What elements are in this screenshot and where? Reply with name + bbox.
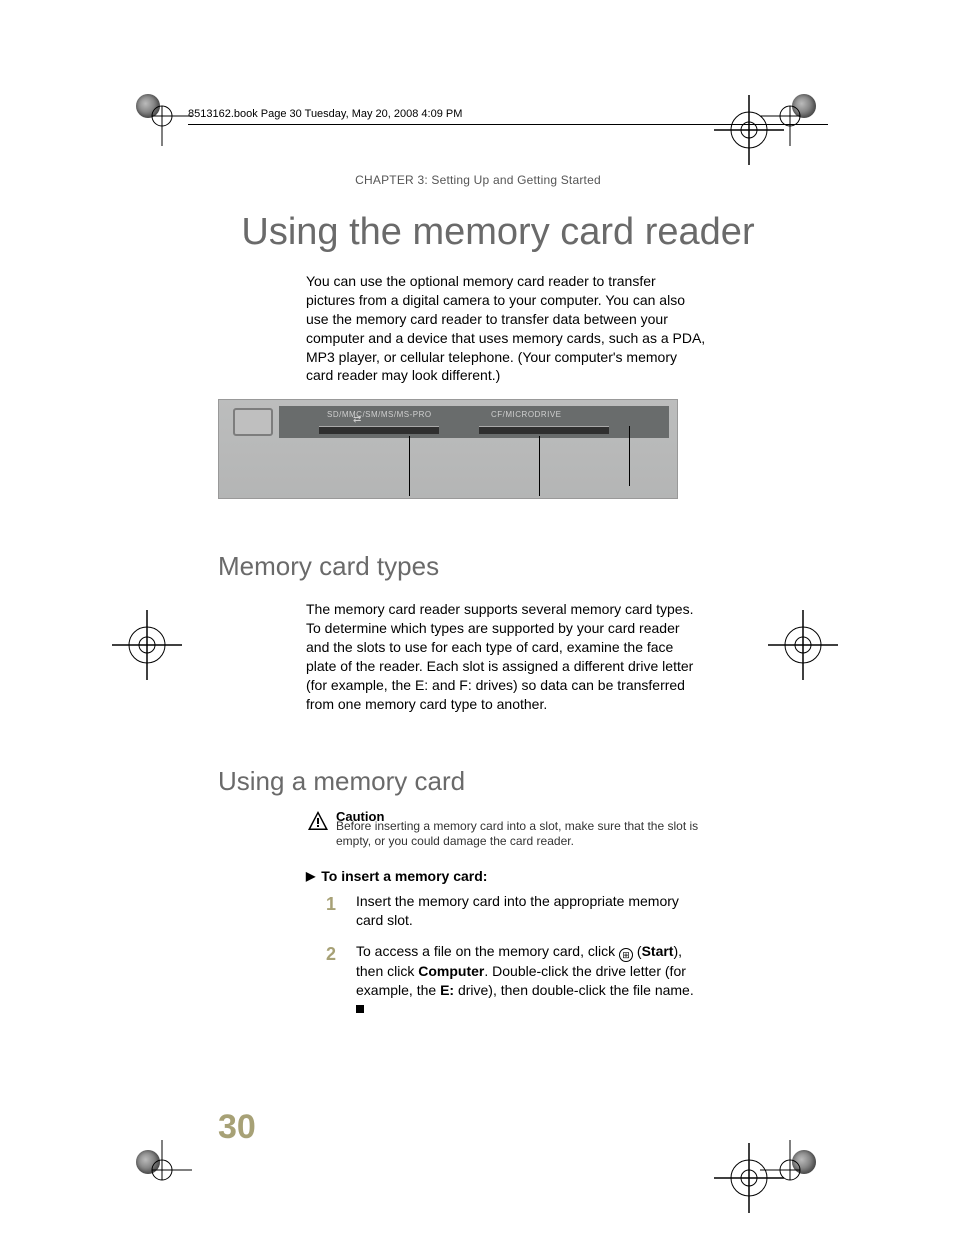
- caution-icon: [306, 809, 330, 833]
- task-heading: ▶ To insert a memory card:: [306, 868, 778, 884]
- windows-start-icon: ⊞: [619, 948, 633, 962]
- register-mark-right: [768, 610, 838, 685]
- step-2-text-a: To access a file on the memory card, cli…: [356, 943, 619, 959]
- section-title: Using the memory card reader: [218, 211, 778, 254]
- caution-text: Before inserting a memory card into a sl…: [336, 819, 698, 849]
- callout-line-3: [629, 426, 630, 486]
- subhead-using-memory-card: Using a memory card: [218, 766, 778, 797]
- intro-paragraph: You can use the optional memory card rea…: [306, 272, 706, 385]
- steps-list: Insert the memory card into the appropri…: [326, 892, 706, 1018]
- step-2-text-b: (: [633, 943, 642, 959]
- caution-box: Caution Before inserting a memory card i…: [306, 809, 706, 850]
- page-content: 8513162.book Page 30 Tuesday, May 20, 20…: [178, 108, 778, 1030]
- callout-line-1: [409, 436, 410, 496]
- step-2-text-e: drive), then double-click the file name.: [454, 982, 694, 998]
- running-head: 8513162.book Page 30 Tuesday, May 20, 20…: [188, 108, 828, 125]
- memory-card-types-body: The memory card reader supports several …: [306, 600, 706, 713]
- power-button-graphic: [233, 408, 273, 436]
- end-of-task-icon: [356, 1005, 364, 1013]
- step-1-text: Insert the memory card into the appropri…: [356, 893, 679, 928]
- subhead-memory-card-types: Memory card types: [218, 551, 778, 582]
- reader-faceplate: ⇄ SD/MMC/SM/MS/MS-PRO CF/MICRODRIVE: [279, 406, 669, 438]
- slot1-graphic: [319, 426, 439, 434]
- step-2-computer: Computer: [418, 963, 484, 979]
- crop-mark-br: [760, 1140, 820, 1200]
- task-head-text: To insert a memory card:: [321, 868, 487, 884]
- slot2-label: CF/MICRODRIVE: [491, 410, 562, 419]
- chapter-label: CHAPTER 3: Setting Up and Getting Starte…: [178, 173, 778, 187]
- slot2-graphic: [479, 426, 609, 434]
- callout-line-2: [539, 436, 540, 496]
- crop-mark-bl: [132, 1140, 192, 1200]
- register-mark-left: [112, 610, 182, 685]
- triangle-bullet-icon: ▶: [306, 869, 315, 883]
- slot1-label: SD/MMC/SM/MS/MS-PRO: [327, 410, 432, 419]
- card-reader-figure: ⇄ SD/MMC/SM/MS/MS-PRO CF/MICRODRIVE: [218, 399, 678, 499]
- step-1: Insert the memory card into the appropri…: [326, 892, 706, 930]
- page-number: 30: [218, 1108, 256, 1147]
- step-2-start: Start: [642, 943, 674, 959]
- step-2: To access a file on the memory card, cli…: [326, 942, 706, 1019]
- step-2-edrive: E:: [440, 982, 454, 998]
